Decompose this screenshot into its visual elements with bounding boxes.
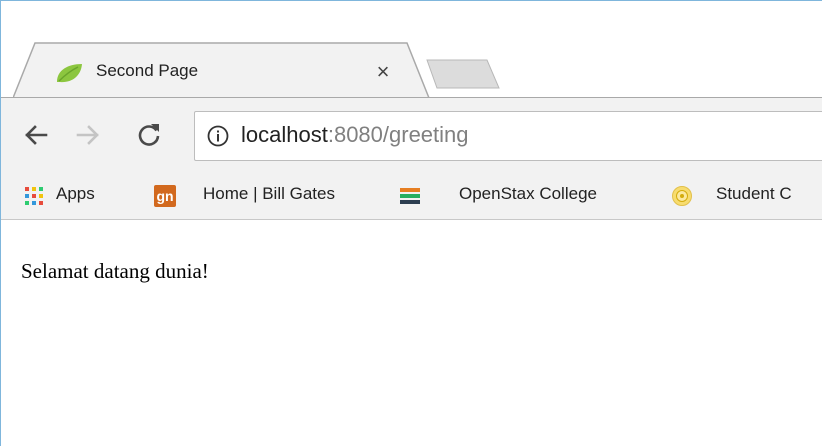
openstax-icon bbox=[400, 188, 420, 204]
tab-strip: Second Page × bbox=[1, 1, 822, 99]
tab-close-button[interactable]: × bbox=[372, 61, 394, 83]
bookmark-openstax-college[interactable]: OpenStax College bbox=[396, 178, 654, 212]
url-path: :8080/greeting bbox=[327, 122, 469, 147]
seal-icon bbox=[672, 186, 692, 206]
url-text[interactable]: localhost:8080/greeting bbox=[241, 122, 469, 148]
bookmark-student-c[interactable]: Student C bbox=[668, 178, 822, 212]
info-icon[interactable] bbox=[207, 125, 229, 147]
back-arrow-icon[interactable] bbox=[22, 121, 50, 149]
url-host: localhost bbox=[241, 122, 328, 147]
apps-grid-icon bbox=[25, 187, 43, 205]
bookmark-label: Apps bbox=[56, 184, 95, 203]
spring-leaf-icon bbox=[57, 64, 82, 83]
gn-icon: gn bbox=[154, 185, 176, 207]
bookmark-apps[interactable]: Apps bbox=[21, 178, 133, 212]
new-tab-button[interactable] bbox=[425, 56, 505, 90]
bookmark-home-bill-gates[interactable]: gn Home | Bill Gates bbox=[151, 178, 376, 212]
browser-window: Second Page × localhost:8080/greeting Ap… bbox=[0, 0, 822, 446]
forward-arrow-icon[interactable] bbox=[74, 121, 102, 149]
reload-icon[interactable] bbox=[135, 121, 163, 149]
greeting-text: Selamat datang dunia! bbox=[21, 259, 209, 283]
bookmark-label: OpenStax College bbox=[459, 184, 597, 203]
tab-title: Second Page bbox=[96, 61, 199, 80]
bookmark-label: Home | Bill Gates bbox=[203, 184, 335, 203]
bookmark-label: Student C bbox=[716, 184, 792, 203]
page-content: Selamat datang dunia! bbox=[1, 220, 822, 446]
